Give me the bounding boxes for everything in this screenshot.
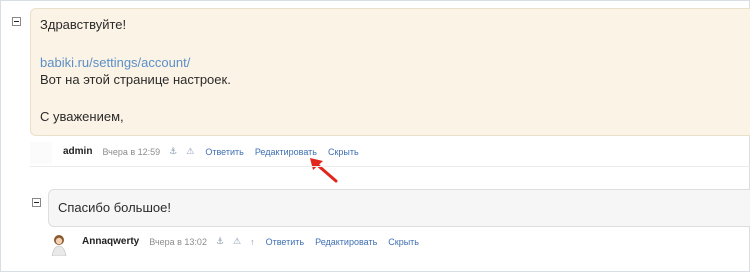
anchor-icon[interactable]: ⚓ [169,146,177,157]
comment-time: Вчера в 13:02 [149,236,207,247]
author-name[interactable]: Annaqwerty [82,236,139,247]
comment-time: Вчера в 12:59 [102,146,161,157]
hide-button[interactable]: Скрыть [388,237,419,247]
separator [30,166,750,167]
collapse-toggle-1[interactable] [12,17,21,26]
arrow-up-icon[interactable]: ↑ [250,237,255,247]
edit-button[interactable]: Редактировать [315,237,377,247]
comment-text: Спасибо большое! [58,200,171,215]
avatar[interactable] [50,234,68,256]
comment-greeting: Здравствуйте! [40,17,127,32]
comment-meta-2: Annaqwerty Вчера в 13:02 ⚓ ⚠ ↑ Ответить … [82,236,419,247]
comment-link[interactable]: babiki.ru/settings/account/ [40,55,190,70]
reply-button[interactable]: Ответить [205,147,243,157]
hide-button[interactable]: Скрыть [328,147,359,157]
reply-button[interactable]: Ответить [266,237,304,247]
annotation-arrow-icon [310,158,338,183]
warning-icon[interactable]: ⚠ [233,236,241,247]
avatar-placeholder [30,142,52,164]
comment-line: Вот на этой странице настроек. [40,72,231,87]
collapse-toggle-2[interactable] [32,198,41,207]
edit-button[interactable]: Редактировать [255,147,317,157]
comment-closing: С уважением, [40,109,124,124]
author-name[interactable]: admin [63,146,92,157]
anchor-icon[interactable]: ⚓ [216,236,224,247]
warning-icon[interactable]: ⚠ [186,146,194,157]
